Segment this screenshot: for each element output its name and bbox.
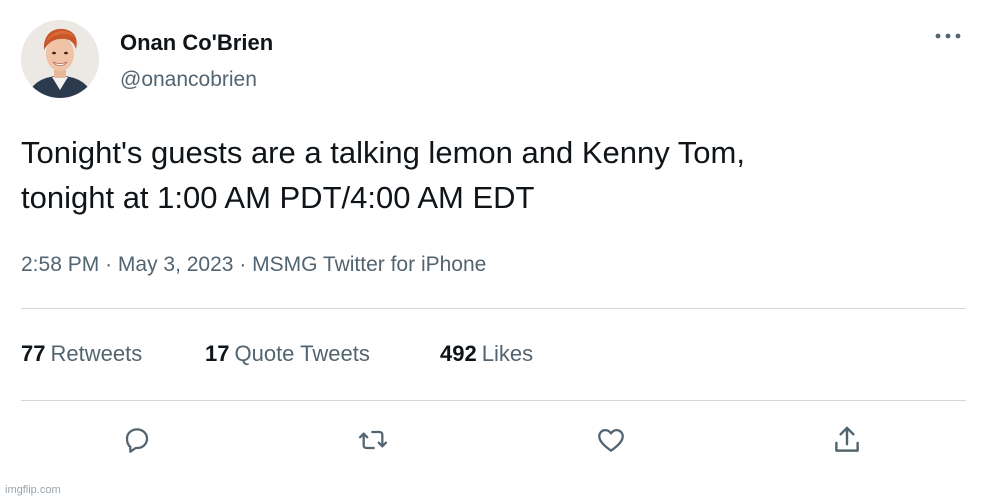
retweets-stat[interactable]: 77 Retweets	[21, 341, 205, 367]
reply-icon	[125, 428, 149, 453]
quote-tweets-count: 17	[205, 341, 230, 366]
avatar-portrait-icon	[21, 20, 99, 98]
likes-label: Likes	[481, 341, 534, 366]
meta-separator: ·	[105, 253, 118, 276]
divider	[21, 400, 966, 401]
tweet-source[interactable]: MSMG Twitter for iPhone	[252, 253, 486, 276]
more-horizontal-icon	[935, 33, 961, 39]
share-button[interactable]	[829, 422, 865, 458]
display-name[interactable]: Onan Co'Brien	[120, 30, 273, 56]
quote-tweets-stat[interactable]: 17 Quote Tweets	[205, 341, 440, 367]
retweets-label: Retweets	[50, 341, 143, 366]
engagement-stats: 77 Retweets 17 Quote Tweets 492 Likes	[21, 341, 533, 367]
tweet-text: Tonight's guests are a talking lemon and…	[21, 130, 951, 220]
likes-count: 492	[440, 341, 477, 366]
tweet-text-line: Tonight's guests are a talking lemon and…	[21, 135, 745, 170]
tweet-text-line: tonight at 1:00 AM PDT/4:00 AM EDT	[21, 180, 535, 215]
heart-icon	[598, 429, 624, 452]
reply-button[interactable]	[119, 422, 155, 458]
username-handle[interactable]: @onancobrien	[120, 68, 257, 92]
retweets-count: 77	[21, 341, 46, 366]
more-options-button[interactable]	[928, 24, 968, 48]
quote-tweets-label: Quote Tweets	[234, 341, 370, 366]
tweet-card: Onan Co'Brien @onancobrien Tonight's gue…	[0, 0, 986, 500]
retweet-icon	[358, 430, 388, 450]
tweet-metadata: 2:58 PM · May 3, 2023 · MSMG Twitter for…	[21, 253, 486, 277]
likes-stat[interactable]: 492 Likes	[440, 341, 533, 367]
share-icon	[835, 426, 859, 452]
tweet-date[interactable]: May 3, 2023	[118, 253, 234, 276]
divider	[21, 308, 966, 309]
meta-separator: ·	[239, 253, 253, 276]
avatar[interactable]	[21, 20, 99, 98]
watermark: imgflip.com	[5, 484, 61, 496]
like-button[interactable]	[593, 422, 629, 458]
retweet-button[interactable]	[355, 422, 391, 458]
tweet-time[interactable]: 2:58 PM	[21, 253, 99, 276]
